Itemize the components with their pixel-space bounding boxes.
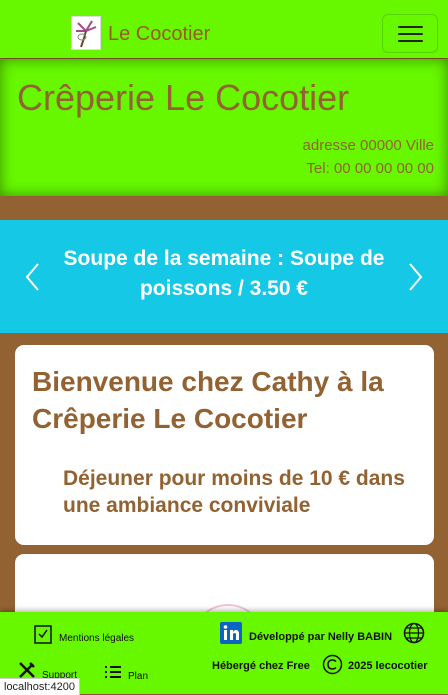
plan-link[interactable]: Plan bbox=[128, 671, 148, 682]
tools-icon bbox=[19, 662, 35, 678]
copyright-icon bbox=[322, 654, 343, 675]
brand-name[interactable]: Le Cocotier bbox=[108, 23, 210, 46]
soup-carousel: Soupe de la semaine : Soupe de poissons … bbox=[0, 220, 448, 333]
linkedin-icon[interactable] bbox=[220, 622, 242, 644]
welcome-tagline: Déjeuner pour moins de 10 € dans une amb… bbox=[63, 467, 405, 517]
copyright-text: 2025 lecocotier bbox=[348, 660, 428, 672]
carousel-slide-text: Soupe de la semaine : Soupe de poissons … bbox=[63, 247, 385, 300]
page-title: Crêperie Le Cocotier bbox=[17, 77, 350, 118]
welcome-title: Bienvenue chez Cathy à la Crêperie Le Co… bbox=[32, 366, 384, 434]
hamburger-menu-icon bbox=[398, 26, 423, 28]
developer-credit: Développé par Nelly BABIN bbox=[249, 631, 393, 643]
welcome-card: Bienvenue chez Cathy à la Crêperie Le Co… bbox=[15, 345, 434, 545]
globe-icon[interactable] bbox=[403, 622, 425, 644]
logo-icon[interactable] bbox=[71, 16, 101, 50]
navbar: Le Cocotier bbox=[0, 0, 448, 58]
carousel-next-button[interactable] bbox=[406, 262, 424, 292]
phone-text: Tel: 00 00 00 00 00 bbox=[306, 160, 434, 177]
checklist-icon bbox=[34, 625, 52, 644]
address-text: adresse 00000 Ville bbox=[302, 137, 434, 154]
hosting-credit: Hébergé chez Free bbox=[212, 660, 310, 672]
list-icon bbox=[105, 666, 121, 678]
menu-toggle-button[interactable] bbox=[382, 14, 438, 53]
status-bar-url: localhost:4200 bbox=[0, 678, 80, 695]
legal-link[interactable]: Mentions légales bbox=[59, 633, 134, 644]
page-header: Crêperie Le Cocotier adresse 00000 Ville… bbox=[0, 59, 448, 196]
chevron-right-icon bbox=[409, 263, 423, 291]
